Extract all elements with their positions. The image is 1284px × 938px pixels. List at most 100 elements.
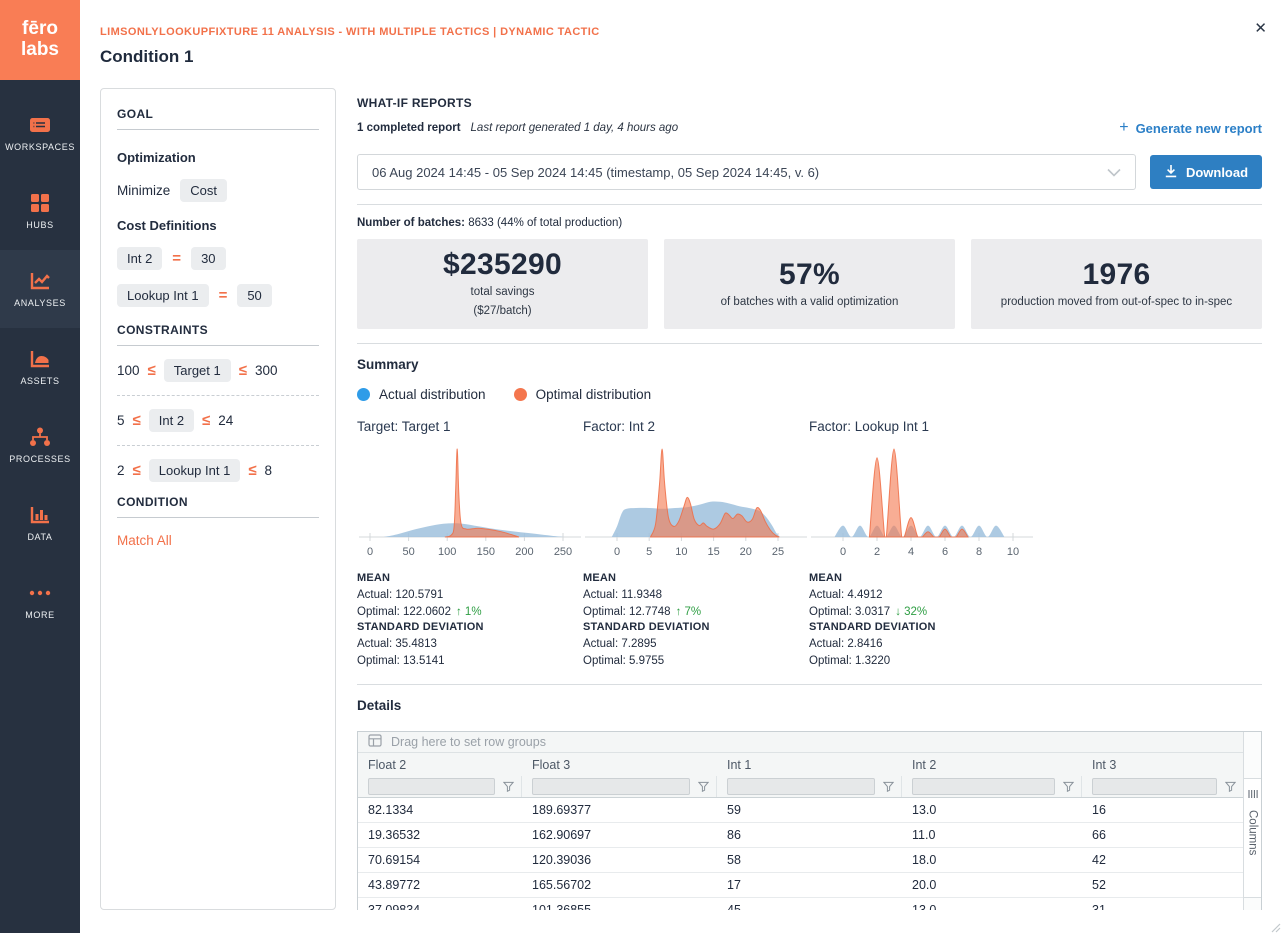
filter-funnel-icon[interactable] — [1063, 781, 1074, 792]
legend-label: Actual distribution — [379, 387, 486, 402]
resize-grip-icon[interactable] — [1271, 920, 1281, 930]
constraint-variable-pill: Lookup Int 1 — [149, 459, 241, 482]
distribution-chart: 050100150200250 — [357, 437, 583, 563]
row-group-dropzone[interactable]: Drag here to set row groups — [358, 732, 1243, 754]
std-actual: Actual: 2.8416 — [809, 636, 1035, 653]
completed-report-count: 1 completed report — [357, 122, 461, 134]
filter-input[interactable] — [912, 778, 1055, 795]
sidebar-item-label: MORE — [25, 610, 54, 620]
constraints-heading: CONSTRAINTS — [117, 323, 319, 346]
table-cell: 42 — [1082, 853, 1243, 867]
table-row[interactable]: 43.89772165.567021720.052 — [358, 873, 1243, 898]
svg-text:0: 0 — [614, 546, 620, 558]
mean-label: MEAN — [809, 571, 1035, 587]
column-filter-cell — [522, 776, 717, 797]
equals-operator: = — [172, 250, 181, 267]
report-select[interactable]: 06 Aug 2024 14:45 - 05 Sep 2024 14:45 (t… — [357, 154, 1136, 190]
svg-text:150: 150 — [477, 546, 495, 558]
sidebar-item-data[interactable]: DATA — [0, 484, 80, 562]
table-cell: 37.09834 — [358, 903, 522, 910]
mean-optimal: Optimal: 122.0602 — [357, 606, 451, 618]
table-row[interactable]: 82.1334189.693775913.016 — [358, 798, 1243, 823]
sidebar-item-more[interactable]: MORE — [0, 562, 80, 640]
column-header[interactable]: Float 2 — [358, 758, 522, 772]
mean-actual: Actual: 11.9348 — [583, 587, 809, 604]
hubs-icon — [28, 192, 52, 214]
filter-funnel-icon[interactable] — [698, 781, 709, 792]
lte-operator: ≤ — [239, 362, 247, 379]
lte-operator: ≤ — [148, 362, 156, 379]
sidebar-item-workspaces[interactable]: WORKSPACES — [0, 94, 80, 172]
generate-new-report-label: Generate new report — [1136, 121, 1262, 136]
filter-funnel-icon[interactable] — [1225, 781, 1236, 792]
legend-dot-optimal — [514, 388, 527, 401]
table-cell: 59 — [717, 803, 902, 817]
minimize-label: Minimize — [117, 183, 170, 198]
generate-new-report-button[interactable]: + Generate new report — [1119, 120, 1262, 136]
std-label: STANDARD DEVIATION — [809, 620, 1035, 636]
constraint-min: 100 — [117, 363, 140, 378]
batches-label: Number of batches: — [357, 217, 465, 229]
table-cell: 120.39036 — [522, 853, 717, 867]
columns-side-tab[interactable]: Columns — [1244, 778, 1261, 898]
constraint-row: 100 ≤ Target 1 ≤ 300 — [117, 346, 319, 396]
report-select-value: 06 Aug 2024 14:45 - 05 Sep 2024 14:45 (t… — [372, 165, 819, 180]
table-cell: 165.56702 — [522, 878, 717, 892]
table-row[interactable]: 70.69154120.390365818.042 — [358, 848, 1243, 873]
svg-text:0: 0 — [367, 546, 373, 558]
table-row[interactable]: 19.36532162.906978611.066 — [358, 823, 1243, 848]
sidebar-item-label: WORKSPACES — [5, 142, 75, 152]
column-filter-cell — [902, 776, 1082, 797]
more-icon — [28, 582, 52, 604]
stat-card-valid-optimization: 57% of batches with a valid optimization — [664, 239, 955, 329]
sidebar-item-label: PROCESSES — [9, 454, 70, 464]
sidebar-item-label: ANALYSES — [14, 298, 66, 308]
mean-delta: ↑ 7% — [676, 606, 702, 618]
svg-text:4: 4 — [908, 546, 914, 558]
workspaces-icon — [28, 114, 52, 136]
column-header[interactable]: Float 3 — [522, 758, 717, 772]
chart-title: Factor: Int 2 — [583, 419, 809, 435]
constraint-max: 8 — [265, 463, 273, 478]
app-logo[interactable]: fēro labs — [0, 0, 80, 80]
sidebar-item-assets[interactable]: ASSETS — [0, 328, 80, 406]
table-cell: 52 — [1082, 878, 1243, 892]
download-button[interactable]: Download — [1150, 155, 1262, 189]
legend-item-optimal: Optimal distribution — [514, 387, 652, 402]
filter-input[interactable] — [532, 778, 690, 795]
grid-main: Drag here to set row groups Float 2Float… — [358, 732, 1243, 910]
sidebar-item-label: DATA — [27, 532, 52, 542]
table-cell: 162.90697 — [522, 828, 717, 842]
column-header[interactable]: Int 3 — [1082, 758, 1243, 772]
table-row[interactable]: 37.09834101.368554513.031 — [358, 898, 1243, 910]
match-all-link[interactable]: Match All — [117, 533, 172, 548]
analyses-icon — [28, 270, 52, 292]
filter-input[interactable] — [727, 778, 875, 795]
stat-value: 57% — [779, 258, 840, 292]
svg-text:100: 100 — [438, 546, 456, 558]
cost-value-pill: 50 — [237, 284, 271, 307]
svg-text:200: 200 — [515, 546, 533, 558]
svg-text:50: 50 — [402, 546, 414, 558]
breadcrumb: LIMSONLYLOOKUPFIXTURE 11 ANALYSIS - WITH… — [100, 26, 600, 38]
table-cell: 189.69377 — [522, 803, 717, 817]
sidebar-item-label: ASSETS — [20, 376, 59, 386]
chart-block-target1: Target: Target 1 050100150200250 MEAN Ac… — [357, 419, 583, 670]
sidebar-item-hubs[interactable]: HUBS — [0, 172, 80, 250]
sidebar-item-analyses[interactable]: ANALYSES — [0, 250, 80, 328]
filter-input[interactable] — [1092, 778, 1217, 795]
mean-actual: Actual: 4.4912 — [809, 587, 1035, 604]
mean-label: MEAN — [357, 571, 583, 587]
column-header[interactable]: Int 2 — [902, 758, 1082, 772]
close-icon[interactable]: ✕ — [1254, 21, 1267, 36]
column-header[interactable]: Int 1 — [717, 758, 902, 772]
lte-operator: ≤ — [248, 462, 256, 479]
report-selector-row: 06 Aug 2024 14:45 - 05 Sep 2024 14:45 (t… — [357, 154, 1262, 190]
filter-funnel-icon[interactable] — [883, 781, 894, 792]
assets-icon — [28, 348, 52, 370]
filter-input[interactable] — [368, 778, 495, 795]
sidebar-item-processes[interactable]: PROCESSES — [0, 406, 80, 484]
divider — [357, 343, 1262, 344]
stat-cards-row: $235290 total savings ($27/batch) 57% of… — [357, 239, 1262, 329]
filter-funnel-icon[interactable] — [503, 781, 514, 792]
